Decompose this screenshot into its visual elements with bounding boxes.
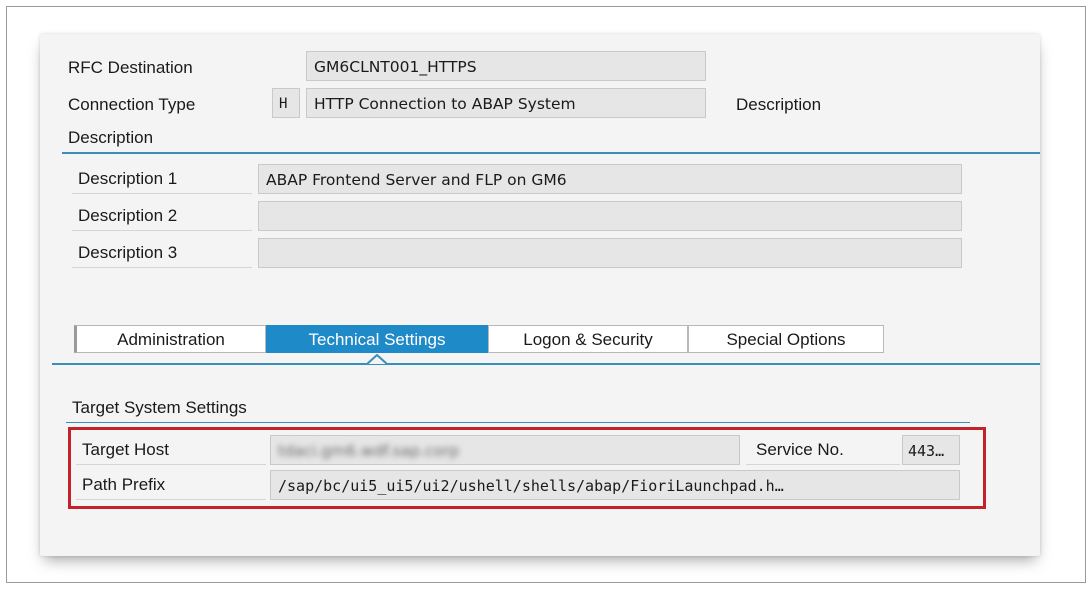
tab-special-options[interactable]: Special Options <box>688 325 884 353</box>
tab-strip-divider <box>52 363 1040 365</box>
tab-technical-settings[interactable]: Technical Settings <box>266 325 488 353</box>
active-tab-pointer-icon <box>367 354 387 365</box>
connection-type-label: Connection Type <box>68 95 196 114</box>
rfc-destination-label: RFC Destination <box>68 58 193 77</box>
tab-administration[interactable]: Administration <box>74 325 266 353</box>
description-3-field[interactable] <box>258 238 962 268</box>
rfc-destination-panel: RFC Destination GM6CLNT001_HTTPS Connect… <box>40 34 1040 556</box>
target-system-divider <box>66 422 970 423</box>
highlight-box <box>68 427 986 509</box>
description-3-label: Description 3 <box>72 238 252 268</box>
description-section-divider <box>62 152 1040 154</box>
connection-type-field: HTTP Connection to ABAP System <box>306 88 706 118</box>
description-section-title: Description <box>68 128 154 147</box>
description-link[interactable]: Description <box>736 90 821 120</box>
description-1-label: Description 1 <box>72 164 252 194</box>
description-1-field[interactable]: ABAP Frontend Server and FLP on GM6 <box>258 164 962 194</box>
tab-logon-security[interactable]: Logon & Security <box>488 325 688 353</box>
connection-type-code-field[interactable]: H <box>272 88 300 118</box>
description-2-label: Description 2 <box>72 201 252 231</box>
rfc-destination-field[interactable]: GM6CLNT001_HTTPS <box>306 51 706 81</box>
target-system-section-title: Target System Settings <box>72 398 247 417</box>
description-2-field[interactable] <box>258 201 962 231</box>
